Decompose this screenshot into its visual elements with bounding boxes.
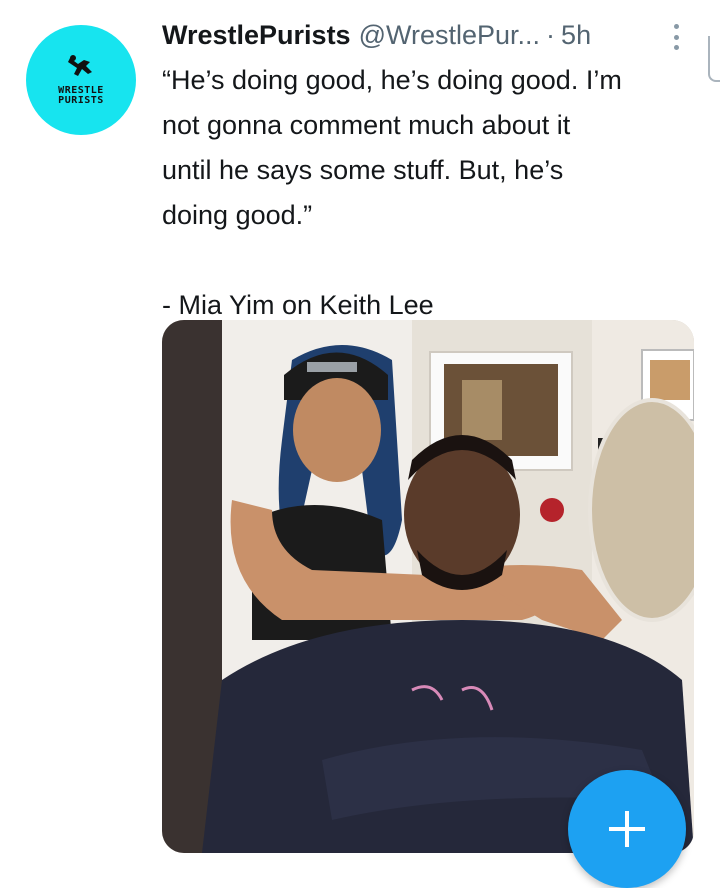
plus-icon [609, 811, 645, 847]
wrestler-logo-icon [68, 55, 92, 76]
compose-tweet-button[interactable] [568, 770, 686, 888]
tweet-text-line: doing good.” [162, 200, 313, 230]
separator-dot: · [546, 20, 556, 50]
tweet-text-line: “He’s doing good, he’s doing good. I’m [162, 65, 622, 95]
tweet-timestamp[interactable]: 5h [561, 20, 591, 51]
avatar-logo-text: WRESTLE PURISTS [58, 85, 104, 106]
tweet-text-line: until he says some stuff. But, he’s [162, 155, 564, 185]
tweet-header: WrestlePurists @WrestlePur... · 5h [162, 20, 690, 56]
tweet-text: “He’s doing good, he’s doing good. I’m n… [162, 58, 682, 328]
tweet-text-line: not gonna comment much about it [162, 110, 571, 140]
author-handle[interactable]: @WrestlePur... [359, 20, 540, 51]
profile-avatar[interactable]: WRESTLE PURISTS [26, 25, 136, 135]
author-name[interactable]: WrestlePurists [162, 20, 351, 51]
scrollbar-edge [708, 36, 720, 82]
more-vertical-icon[interactable] [671, 24, 681, 50]
